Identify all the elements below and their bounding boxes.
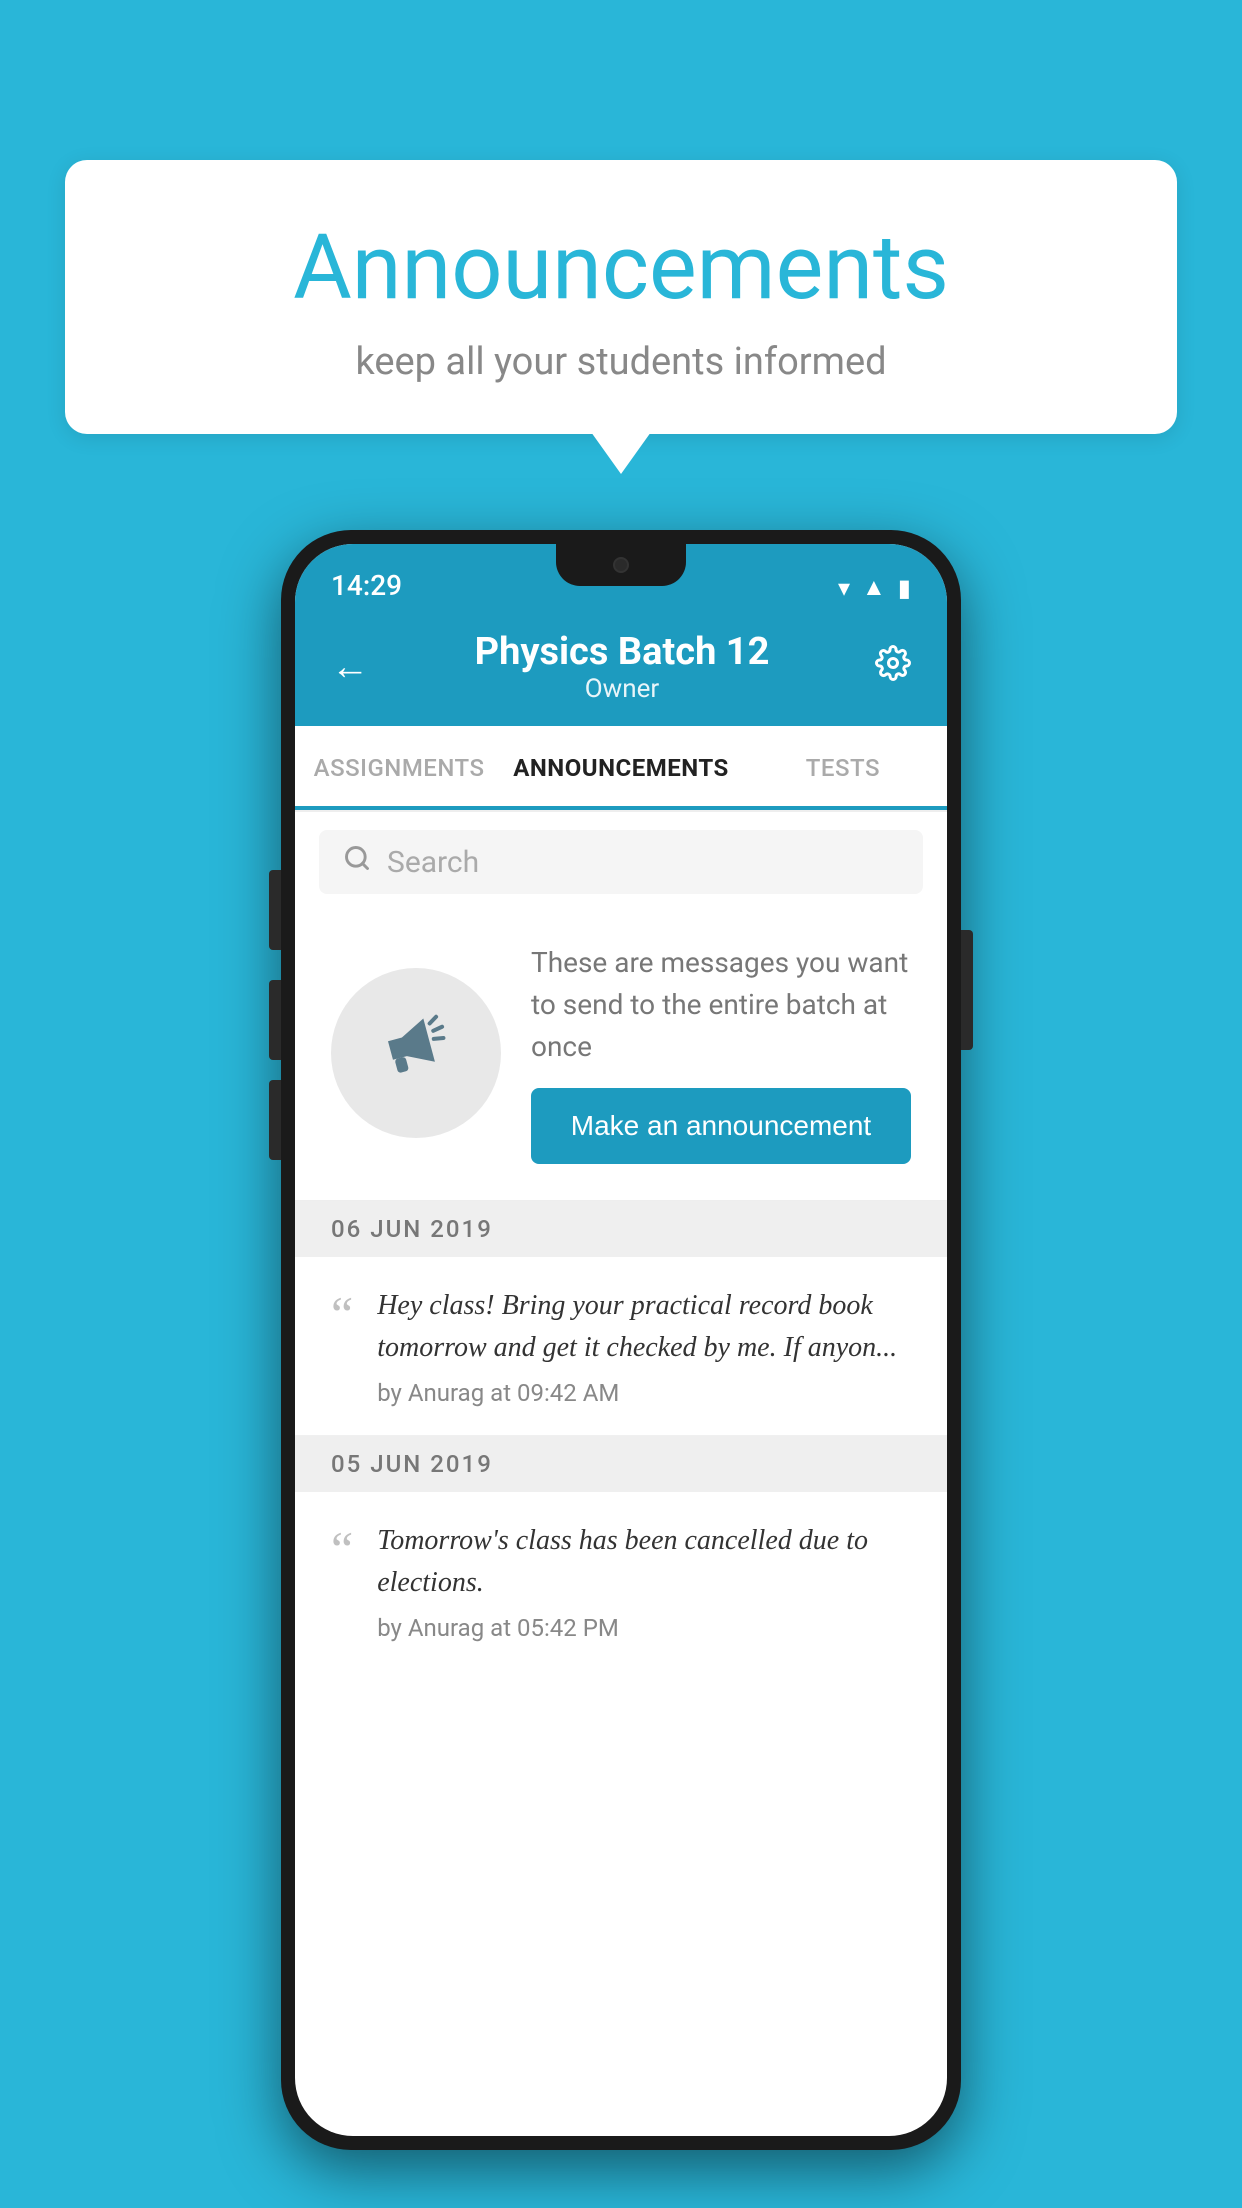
speech-bubble: Announcements keep all your students inf… <box>65 160 1177 434</box>
settings-button[interactable] <box>875 645 911 690</box>
announcement-item-2[interactable]: “ Tomorrow's class has been cancelled du… <box>295 1492 947 1670</box>
phone-mockup: 14:29 ▾ ▲ ▮ ← Physics Batch 12 Owner <box>281 530 961 2150</box>
announcement-author-2: by Anurag at 05:42 PM <box>377 1614 911 1642</box>
announcement-author-1: by Anurag at 09:42 AM <box>377 1379 911 1407</box>
date-separator-1: 06 JUN 2019 <box>295 1201 947 1257</box>
app-header: ← Physics Batch 12 Owner <box>295 612 947 726</box>
announcement-content-2: Tomorrow's class has been cancelled due … <box>377 1520 911 1642</box>
tab-assignments[interactable]: ASSIGNMENTS <box>295 726 503 810</box>
back-button[interactable]: ← <box>331 645 369 689</box>
tab-announcements[interactable]: ANNOUNCEMENTS <box>503 726 739 810</box>
bubble-title: Announcements <box>125 215 1117 320</box>
battery-icon: ▮ <box>898 574 911 602</box>
status-time: 14:29 <box>331 569 402 602</box>
phone-screen: 14:29 ▾ ▲ ▮ ← Physics Batch 12 Owner <box>295 544 947 2136</box>
search-bar[interactable]: Search <box>319 830 923 894</box>
bubble-subtitle: keep all your students informed <box>125 340 1117 384</box>
promo-block: These are messages you want to send to t… <box>295 912 947 1201</box>
phone-outer: 14:29 ▾ ▲ ▮ ← Physics Batch 12 Owner <box>281 530 961 2150</box>
status-icons: ▾ ▲ ▮ <box>838 573 911 602</box>
wifi-icon: ▾ <box>838 574 850 602</box>
signal-icon: ▲ <box>862 573 886 602</box>
announcement-message-2: Tomorrow's class has been cancelled due … <box>377 1520 911 1604</box>
tab-tests[interactable]: TESTS <box>739 726 947 810</box>
tabs-bar: ASSIGNMENTS ANNOUNCEMENTS TESTS <box>295 726 947 812</box>
announcement-item-1[interactable]: “ Hey class! Bring your practical record… <box>295 1257 947 1436</box>
quote-icon-1: “ <box>331 1289 353 1339</box>
date-separator-2: 05 JUN 2019 <box>295 1436 947 1492</box>
header-title: Physics Batch 12 <box>475 630 770 674</box>
header-subtitle: Owner <box>475 674 770 704</box>
promo-icon-circle <box>331 968 501 1138</box>
header-center: Physics Batch 12 Owner <box>475 630 770 704</box>
make-announcement-button[interactable]: Make an announcement <box>531 1088 911 1164</box>
search-placeholder: Search <box>387 845 479 880</box>
promo-content: These are messages you want to send to t… <box>531 942 911 1164</box>
search-icon <box>343 844 371 880</box>
promo-description: These are messages you want to send to t… <box>531 942 911 1068</box>
phone-notch <box>556 544 686 586</box>
search-container: Search <box>295 812 947 912</box>
announcement-message-1: Hey class! Bring your practical record b… <box>377 1285 911 1369</box>
camera-dot <box>613 557 629 573</box>
megaphone-icon <box>365 995 468 1110</box>
quote-icon-2: “ <box>331 1524 353 1574</box>
announcement-content-1: Hey class! Bring your practical record b… <box>377 1285 911 1407</box>
